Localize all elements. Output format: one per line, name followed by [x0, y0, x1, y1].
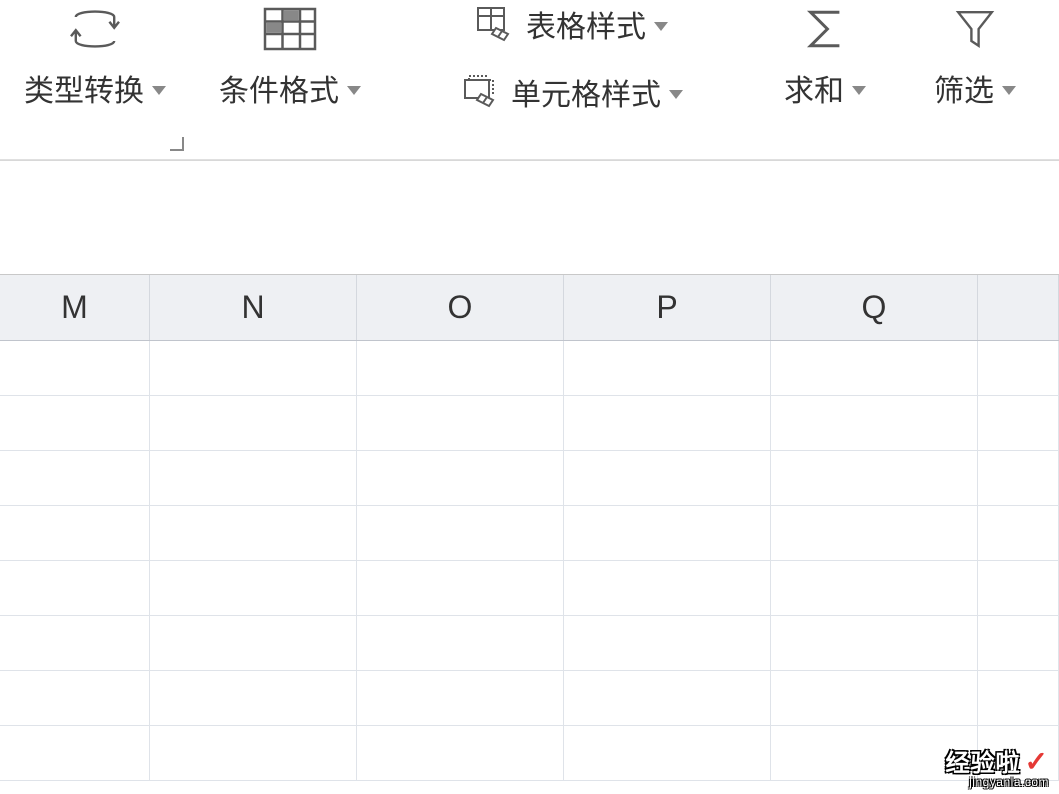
check-icon: ✓	[1025, 746, 1049, 777]
cell[interactable]	[357, 396, 564, 451]
table-row	[0, 616, 1059, 671]
type-convert-label: 类型转换	[24, 66, 144, 110]
cell-style-label: 单元格样式	[511, 70, 661, 114]
ribbon-group-cond-format: 条件格式	[190, 0, 390, 155]
watermark-brand: 经验啦	[946, 750, 1021, 777]
dialog-launcher-icon[interactable]	[170, 137, 184, 151]
cell[interactable]	[978, 396, 1059, 451]
cell[interactable]	[150, 561, 357, 616]
grid-body	[0, 341, 1059, 781]
cell[interactable]	[150, 616, 357, 671]
sigma-icon	[795, 4, 855, 54]
cell[interactable]	[0, 451, 150, 506]
cell[interactable]	[0, 671, 150, 726]
cell[interactable]	[357, 506, 564, 561]
column-header[interactable]	[978, 275, 1059, 340]
cell[interactable]	[150, 451, 357, 506]
cell[interactable]	[150, 341, 357, 396]
cell[interactable]	[771, 671, 978, 726]
cell[interactable]	[978, 671, 1059, 726]
cell[interactable]	[564, 561, 771, 616]
cell[interactable]	[0, 561, 150, 616]
cell[interactable]	[771, 341, 978, 396]
cell[interactable]	[0, 726, 150, 781]
watermark-url: jingyanla.com	[946, 776, 1049, 788]
ribbon-group-filter: 筛选	[900, 0, 1050, 155]
cell[interactable]	[357, 451, 564, 506]
sum-label: 求和	[784, 66, 844, 110]
cell[interactable]	[564, 506, 771, 561]
cell[interactable]	[357, 671, 564, 726]
table-row	[0, 506, 1059, 561]
cell[interactable]	[771, 506, 978, 561]
type-convert-button[interactable]: 类型转换	[16, 0, 174, 114]
table-row	[0, 451, 1059, 506]
cell[interactable]	[564, 671, 771, 726]
ribbon-group-sum: 求和	[750, 0, 900, 155]
funnel-icon	[945, 4, 1005, 54]
watermark: 经验啦✓ jingyanla.com	[946, 748, 1049, 788]
cell[interactable]	[564, 396, 771, 451]
cell[interactable]	[564, 726, 771, 781]
table-style-label: 表格样式	[526, 2, 646, 46]
cell[interactable]	[357, 561, 564, 616]
cell[interactable]	[357, 726, 564, 781]
cell[interactable]	[978, 506, 1059, 561]
chevron-down-icon	[152, 86, 166, 95]
cell[interactable]	[564, 616, 771, 671]
type-convert-icon	[65, 4, 125, 54]
cell[interactable]	[0, 341, 150, 396]
filter-button[interactable]: 筛选	[926, 0, 1024, 114]
cell[interactable]	[150, 396, 357, 451]
table-row	[0, 726, 1059, 781]
cell[interactable]	[357, 616, 564, 671]
cell[interactable]	[564, 451, 771, 506]
column-header[interactable]: O	[357, 275, 564, 340]
table-style-button[interactable]: 表格样式	[466, 0, 674, 48]
table-row	[0, 341, 1059, 396]
cell[interactable]	[0, 616, 150, 671]
cell[interactable]	[564, 341, 771, 396]
ribbon-group-type-convert: 类型转换	[0, 0, 190, 155]
table-row	[0, 561, 1059, 616]
cell[interactable]	[0, 396, 150, 451]
cell[interactable]	[771, 616, 978, 671]
cond-format-button[interactable]: 条件格式	[211, 0, 369, 114]
column-header[interactable]: M	[0, 275, 150, 340]
chevron-down-icon	[654, 22, 668, 31]
cell[interactable]	[771, 396, 978, 451]
column-header-row: M N O P Q	[0, 275, 1059, 341]
cell[interactable]	[978, 561, 1059, 616]
cell[interactable]	[771, 451, 978, 506]
cell[interactable]	[0, 506, 150, 561]
chevron-down-icon	[1002, 86, 1016, 95]
spreadsheet-grid: M N O P Q	[0, 275, 1059, 781]
table-row	[0, 396, 1059, 451]
ribbon-toolbar: 类型转换 条件格式	[0, 0, 1059, 160]
chevron-down-icon	[852, 86, 866, 95]
cell[interactable]	[978, 451, 1059, 506]
filter-label: 筛选	[934, 66, 994, 110]
cell[interactable]	[978, 616, 1059, 671]
cell-style-button[interactable]: 单元格样式	[451, 68, 689, 116]
column-header[interactable]: Q	[771, 275, 978, 340]
chevron-down-icon	[669, 90, 683, 99]
cond-format-icon	[260, 4, 320, 54]
column-header[interactable]: N	[150, 275, 357, 340]
sum-button[interactable]: 求和	[776, 0, 874, 114]
ribbon-group-styles: 表格样式 单元格样式	[390, 0, 750, 155]
cond-format-label: 条件格式	[219, 66, 339, 110]
table-style-icon	[472, 2, 516, 46]
cell[interactable]	[771, 561, 978, 616]
cell[interactable]	[150, 506, 357, 561]
chevron-down-icon	[347, 86, 361, 95]
cell[interactable]	[150, 671, 357, 726]
formula-bar-area	[0, 160, 1059, 275]
cell[interactable]	[978, 341, 1059, 396]
cell[interactable]	[357, 341, 564, 396]
cell[interactable]	[150, 726, 357, 781]
column-header[interactable]: P	[564, 275, 771, 340]
cell-style-icon	[457, 70, 501, 114]
table-row	[0, 671, 1059, 726]
